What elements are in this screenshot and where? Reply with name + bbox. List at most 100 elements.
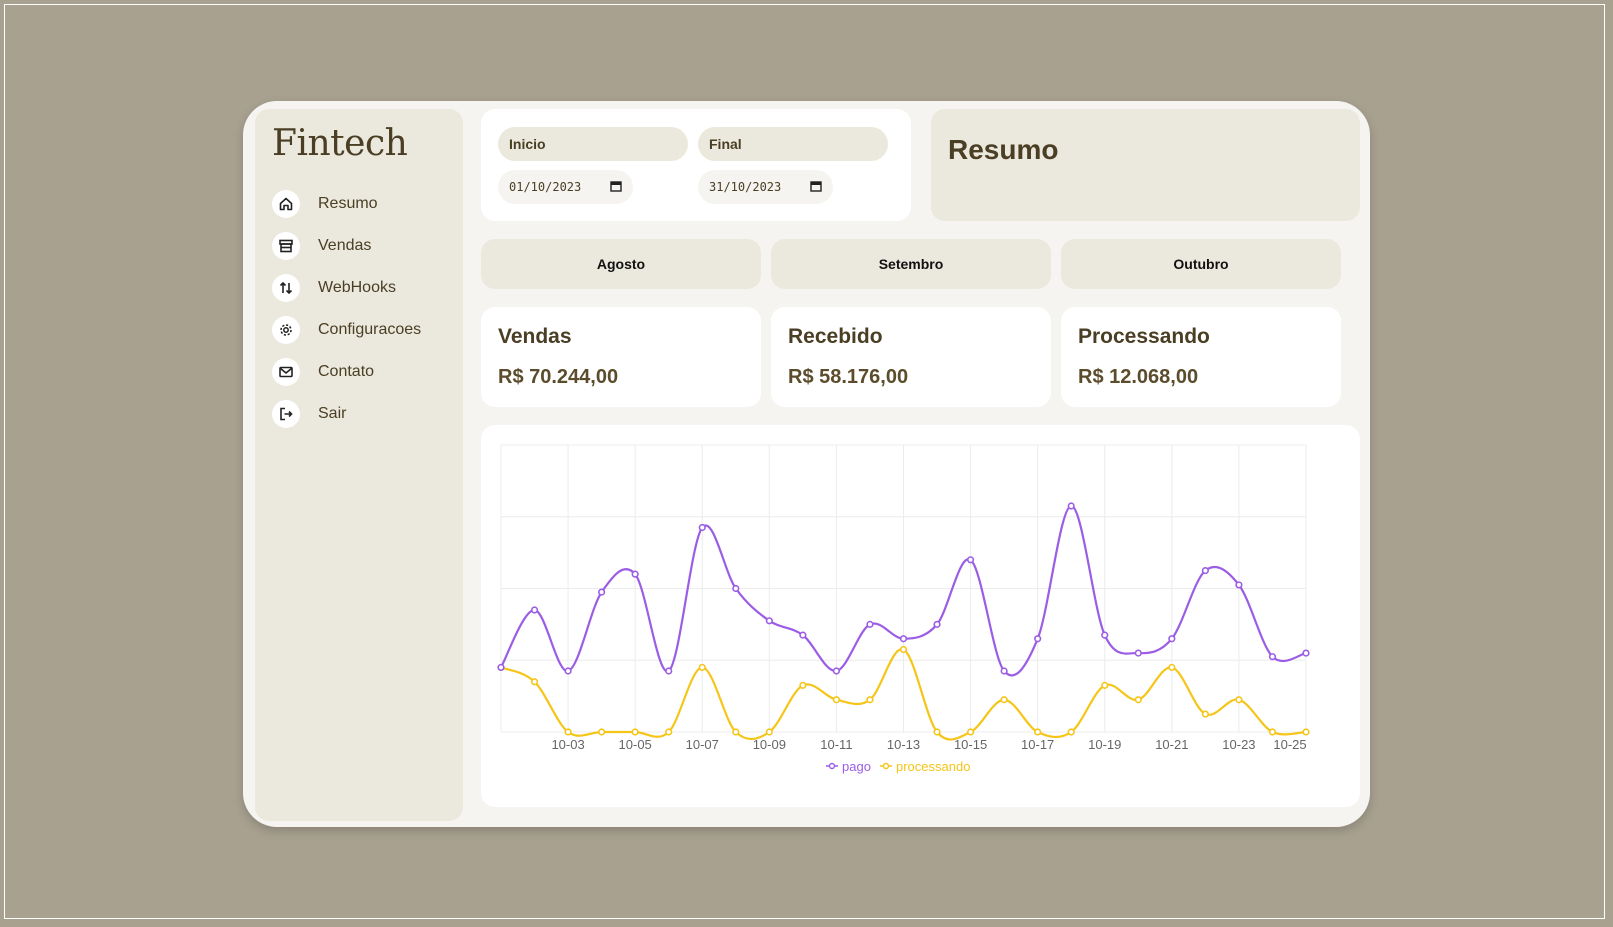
x-tick-label: 10-07 — [686, 737, 719, 752]
data-point-processando — [1034, 728, 1042, 736]
data-point-processando — [1067, 728, 1075, 736]
start-date-value: 01/10/2023 — [509, 180, 582, 194]
data-point-pago — [665, 667, 673, 675]
sidebar-item-label: Sair — [318, 405, 347, 422]
x-tick-label: 10-19 — [1088, 737, 1121, 752]
stat-title: Processando — [1078, 325, 1210, 348]
x-tick-label: 10-15 — [954, 737, 987, 752]
data-point-pago — [732, 584, 740, 593]
x-tick-label: 10-13 — [887, 737, 920, 752]
sidebar-item-sair[interactable]: Sair — [272, 393, 421, 435]
data-point-pago — [564, 667, 572, 675]
data-point-pago — [966, 556, 975, 564]
stat-card-vendas: Vendas R$ 70.244,00 — [481, 307, 761, 407]
date-filter-card: Inicio 01/10/2023 Final 31/10/2023 — [481, 109, 911, 221]
data-point-processando — [799, 681, 807, 689]
data-point-pago — [598, 588, 606, 596]
data-point-processando — [631, 728, 639, 736]
month-button-agosto[interactable]: Agosto — [481, 239, 761, 289]
x-tick-label: 10-21 — [1155, 737, 1188, 752]
data-point-pago — [1268, 653, 1277, 661]
data-point-processando — [598, 728, 606, 736]
sidebar-item-vendas[interactable]: Vendas — [272, 225, 421, 267]
data-point-processando — [966, 728, 975, 736]
start-date-input[interactable]: 01/10/2023 — [498, 170, 633, 204]
data-point-pago — [899, 635, 908, 643]
data-point-processando — [1302, 728, 1310, 736]
data-point-processando — [564, 728, 572, 736]
data-point-pago — [933, 620, 941, 628]
stat-value: R$ 70.244,00 — [498, 366, 619, 388]
data-point-processando — [765, 728, 773, 736]
sidebar-item-webhooks[interactable]: WebHooks — [272, 267, 421, 309]
logout-icon — [272, 400, 300, 428]
stat-title: Vendas — [498, 325, 572, 348]
arrows-updown-icon — [272, 274, 300, 302]
x-tick-label: 10-25 — [1273, 737, 1306, 752]
start-date-field: Inicio 01/10/2023 — [498, 127, 688, 204]
data-point-processando — [698, 663, 706, 672]
start-date-label: Inicio — [498, 127, 688, 161]
data-point-processando — [732, 728, 740, 736]
stat-card-processando: Processando R$ 12.068,00 — [1061, 307, 1341, 407]
data-point-processando — [1000, 696, 1008, 704]
legend-marker-processando — [882, 762, 890, 770]
data-point-processando — [1268, 728, 1277, 736]
legend-marker-pago — [828, 762, 836, 770]
data-point-pago — [765, 617, 773, 625]
sidebar-item-contato[interactable]: Contato — [272, 351, 421, 393]
sidebar-item-label: Configuracoes — [318, 321, 422, 338]
x-tick-label: 10-09 — [753, 737, 786, 752]
data-point-pago — [1101, 631, 1109, 639]
data-point-processando — [665, 728, 673, 736]
data-point-pago — [1201, 566, 1209, 575]
sales-chart-card: 10-03 10-05 10-07 10-09 10-11 10-13 10-15 10-17… — [481, 425, 1360, 807]
stat-title: Recebido — [788, 325, 883, 348]
x-tick-label: 10-05 — [619, 737, 652, 752]
data-point-processando — [1235, 696, 1243, 704]
data-point-pago — [497, 663, 505, 672]
data-point-pago — [799, 631, 807, 639]
legend-label-pago: pago — [842, 759, 871, 774]
data-point-pago — [1168, 635, 1176, 643]
data-point-pago — [1134, 649, 1142, 657]
home-icon — [272, 190, 300, 218]
sidebar-item-label: Resumo — [318, 195, 378, 212]
data-point-processando — [1168, 663, 1176, 672]
summary-header: Resumo — [931, 109, 1360, 221]
x-tick-label: 10-03 — [551, 737, 584, 752]
sidebar-nav: Resumo Vendas WebHooks Configuracoes Con… — [272, 183, 421, 435]
data-point-processando — [899, 645, 908, 654]
end-date-field: Final 31/10/2023 — [698, 127, 888, 204]
data-point-processando — [832, 696, 841, 704]
data-point-processando — [530, 678, 539, 686]
calendar-icon[interactable] — [810, 180, 822, 195]
end-date-input[interactable]: 31/10/2023 — [698, 170, 833, 204]
end-date-label: Final — [698, 127, 888, 161]
sidebar-item-resumo[interactable]: Resumo — [272, 183, 421, 225]
x-tick-label: 10-17 — [1021, 737, 1054, 752]
sidebar-item-label: Contato — [318, 363, 375, 380]
data-point-pago — [832, 667, 841, 675]
sidebar-item-label: WebHooks — [318, 279, 396, 296]
store-icon — [272, 232, 300, 260]
sidebar-item-configuracoes[interactable]: Configuracoes — [272, 309, 421, 351]
mail-icon — [272, 358, 300, 386]
data-point-processando — [933, 728, 941, 736]
app-window: Fintech Resumo Vendas WebHooks Configura… — [243, 101, 1370, 827]
stat-card-recebido: Recebido R$ 58.176,00 — [771, 307, 1051, 407]
data-point-pago — [1302, 649, 1310, 657]
x-tick-label: 10-23 — [1222, 737, 1255, 752]
data-point-processando — [1134, 696, 1142, 704]
month-button-outubro[interactable]: Outubro — [1061, 239, 1341, 289]
page-title: Resumo — [948, 134, 1059, 165]
data-point-processando — [1201, 710, 1209, 718]
data-point-processando — [1101, 681, 1109, 689]
calendar-icon[interactable] — [610, 180, 622, 195]
stat-value: R$ 12.068,00 — [1078, 366, 1199, 388]
data-point-pago — [698, 523, 706, 532]
data-point-pago — [866, 620, 874, 628]
stat-value: R$ 58.176,00 — [788, 366, 909, 388]
data-point-pago — [1235, 581, 1243, 589]
month-button-setembro[interactable]: Setembro — [771, 239, 1051, 289]
